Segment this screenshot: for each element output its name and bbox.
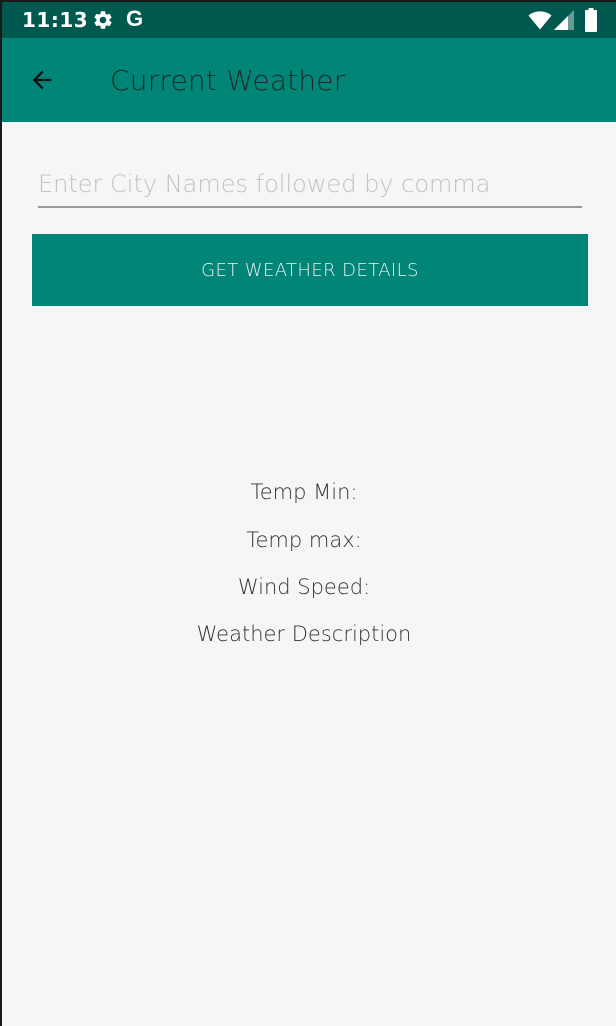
temp-min-label: Temp Min: <box>250 480 358 504</box>
app-screen: 11:13 G Current Weather GET WEATHER DETA… <box>2 2 616 1026</box>
status-time: 11:13 <box>22 8 89 32</box>
temp-max-label: Temp max: <box>246 528 362 552</box>
gear-icon <box>94 11 112 29</box>
status-bar: 11:13 G <box>2 2 616 38</box>
wind-speed-label: Wind Speed: <box>237 575 371 599</box>
get-weather-details-button[interactable]: GET WEATHER DETAILS <box>32 234 588 306</box>
back-button[interactable] <box>20 58 64 102</box>
battery-icon <box>585 8 597 32</box>
city-names-input[interactable] <box>38 166 582 208</box>
cell-signal-icon <box>554 10 574 30</box>
arrow-back-icon <box>32 70 52 90</box>
wifi-icon <box>528 11 552 30</box>
weather-description-label: Weather Description <box>196 622 412 646</box>
page-title: Current Weather <box>110 64 346 97</box>
app-bar: Current Weather <box>2 38 616 122</box>
google-g-icon: G <box>126 6 144 31</box>
